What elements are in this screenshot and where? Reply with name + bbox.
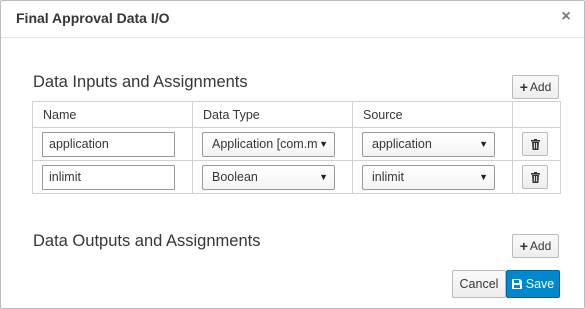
data-type-value: Boolean bbox=[212, 169, 258, 184]
dialog-header: Final Approval Data I/O × bbox=[1, 1, 584, 38]
floppy-disk-icon bbox=[511, 279, 522, 289]
plus-icon: + bbox=[519, 238, 528, 254]
inputs-table-header: Name Data Type Source bbox=[32, 101, 561, 128]
delete-row-button[interactable] bbox=[522, 165, 548, 189]
add-input-button[interactable]: + Add bbox=[512, 75, 559, 99]
caret-down-icon: ▼ bbox=[479, 171, 488, 182]
name-input[interactable] bbox=[42, 131, 175, 157]
cancel-label: Cancel bbox=[459, 277, 499, 291]
data-io-dialog: Final Approval Data I/O × Data Inputs an… bbox=[0, 0, 585, 309]
caret-down-icon: ▼ bbox=[319, 138, 328, 149]
source-select[interactable]: inlimit ▼ bbox=[362, 164, 495, 190]
add-output-button[interactable]: + Add bbox=[512, 234, 559, 258]
outputs-section-title: Data Outputs and Assignments bbox=[33, 232, 261, 250]
caret-down-icon: ▼ bbox=[479, 138, 488, 149]
save-button[interactable]: Save bbox=[506, 270, 560, 298]
data-type-value: Application [com.myspace bbox=[212, 136, 318, 151]
table-row: Application [com.myspace ▼ application ▼ bbox=[32, 127, 561, 161]
source-select[interactable]: application ▼ bbox=[362, 131, 495, 157]
trash-icon bbox=[531, 139, 540, 150]
trash-icon bbox=[531, 172, 540, 183]
column-header-name: Name bbox=[32, 101, 193, 128]
name-input[interactable] bbox=[42, 164, 175, 190]
data-type-select[interactable]: Application [com.myspace ▼ bbox=[202, 131, 335, 157]
close-button[interactable]: × bbox=[560, 9, 572, 25]
column-header-source: Source bbox=[352, 101, 513, 128]
column-header-actions bbox=[512, 101, 561, 128]
inputs-table: Name Data Type Source Application [com.m… bbox=[32, 101, 561, 194]
delete-row-button[interactable] bbox=[522, 132, 548, 156]
cancel-button[interactable]: Cancel bbox=[452, 270, 506, 298]
plus-icon: + bbox=[519, 79, 528, 95]
source-value: application bbox=[372, 136, 432, 151]
caret-down-icon: ▼ bbox=[319, 171, 328, 182]
add-input-label: Add bbox=[529, 80, 552, 94]
table-row: Boolean ▼ inlimit ▼ bbox=[32, 160, 561, 194]
dialog-title: Final Approval Data I/O bbox=[16, 10, 170, 26]
source-value: inlimit bbox=[372, 169, 404, 184]
column-header-data-type: Data Type bbox=[192, 101, 353, 128]
inputs-section-title: Data Inputs and Assignments bbox=[33, 73, 248, 91]
add-output-label: Add bbox=[529, 239, 552, 253]
save-label: Save bbox=[525, 277, 555, 291]
data-type-select[interactable]: Boolean ▼ bbox=[202, 164, 335, 190]
